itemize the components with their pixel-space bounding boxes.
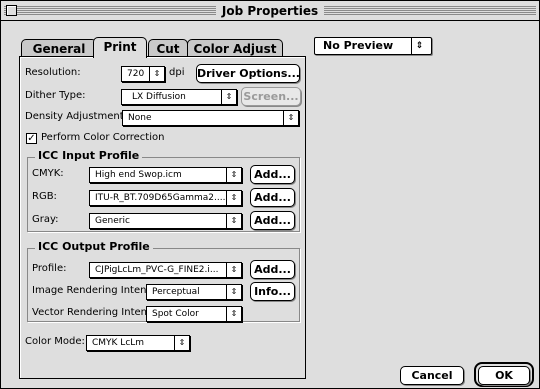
popup-arrow-icon: ⇕ — [283, 111, 298, 125]
rgb-profile-select[interactable]: ITU-R_BT.709D65Gamma2.... ⇕ — [89, 190, 242, 206]
popup-arrow-icon: ⇕ — [221, 90, 236, 104]
density-adjustment-label: Density Adjustment: — [25, 111, 127, 122]
output-profile-value: CJPigLcLm_PVC-G_FINE2.i... — [95, 265, 219, 275]
image-rendering-intent-label: Image Rendering Intent: — [32, 285, 154, 296]
profile-label: Profile: — [32, 263, 67, 274]
cmyk-profile-value: High end Swop.icm — [95, 170, 182, 180]
rgb-add-button[interactable]: Add... — [250, 188, 295, 207]
popup-arrow-icon: ⇕ — [174, 336, 189, 350]
dither-type-label: Dither Type: — [25, 90, 86, 101]
popup-arrow-icon: ⇕ — [226, 214, 241, 228]
cancel-button[interactable]: Cancel — [400, 366, 464, 385]
color-correction-checkbox[interactable]: ✓ — [26, 133, 37, 144]
tab-print[interactable]: Print — [93, 37, 147, 58]
cmyk-profile-select[interactable]: High end Swop.icm ⇕ — [89, 167, 242, 183]
vector-rendering-intent-label: Vector Rendering Intent: — [32, 307, 155, 318]
popup-arrow-icon: ⇕ — [226, 285, 241, 299]
screen-button[interactable]: Screen... — [241, 87, 301, 106]
vector-rendering-intent-value: Spot Color — [152, 309, 199, 319]
popup-arrow-icon: ⇕ — [411, 38, 427, 54]
output-add-button[interactable]: Add... — [250, 260, 295, 279]
dither-type-value: LX Diffusion — [132, 92, 186, 102]
gray-label: Gray: — [32, 214, 59, 225]
gray-profile-value: Generic — [95, 216, 130, 226]
vector-rendering-intent-select[interactable]: Spot Color ⇕ — [146, 306, 242, 322]
dither-type-select[interactable]: LX Diffusion ⇕ — [121, 89, 237, 105]
ok-button[interactable]: OK — [478, 366, 530, 385]
resolution-select[interactable]: 720 ⇕ — [121, 66, 165, 82]
preview-select[interactable]: No Preview ⇕ — [314, 37, 432, 55]
density-adjustment-select[interactable]: None ⇕ — [122, 110, 299, 126]
cmyk-add-button[interactable]: Add... — [250, 165, 295, 184]
density-adjustment-value: None — [128, 113, 152, 123]
icc-output-profile-title: ICC Output Profile — [35, 240, 153, 254]
gray-profile-select[interactable]: Generic ⇕ — [89, 213, 242, 229]
image-rendering-intent-select[interactable]: Perceptual ⇕ — [146, 284, 242, 300]
rgb-profile-value: ITU-R_BT.709D65Gamma2.... — [95, 193, 226, 203]
resolution-value: 720 — [127, 69, 145, 79]
preview-select-value: No Preview — [323, 39, 394, 52]
color-mode-label: Color Mode: — [25, 336, 85, 347]
color-mode-select[interactable]: CMYK LcLm ⇕ — [86, 335, 190, 351]
checkmark-icon: ✓ — [27, 133, 36, 144]
image-rendering-intent-value: Perceptual — [152, 287, 200, 297]
info-button[interactable]: Info... — [250, 282, 295, 301]
color-mode-value: CMYK LcLm — [92, 338, 145, 348]
cmyk-label: CMYK: — [32, 168, 64, 179]
rgb-label: RGB: — [32, 191, 57, 202]
resolution-label: Resolution: — [25, 67, 81, 78]
popup-arrow-icon: ⇕ — [226, 168, 241, 182]
driver-options-button[interactable]: Driver Options... — [196, 64, 300, 83]
resolution-unit: dpi — [169, 67, 185, 78]
color-correction-label: Perform Color Correction — [41, 132, 165, 143]
popup-arrow-icon: ⇕ — [226, 191, 241, 205]
gray-add-button[interactable]: Add... — [250, 211, 295, 230]
output-profile-select[interactable]: CJPigLcLm_PVC-G_FINE2.i... ⇕ — [89, 262, 242, 278]
popup-arrow-icon: ⇕ — [149, 67, 164, 81]
popup-arrow-icon: ⇕ — [226, 263, 241, 277]
popup-arrow-icon: ⇕ — [226, 307, 241, 321]
window-title: Job Properties — [0, 1, 540, 21]
icc-input-profile-title: ICC Input Profile — [35, 149, 143, 163]
